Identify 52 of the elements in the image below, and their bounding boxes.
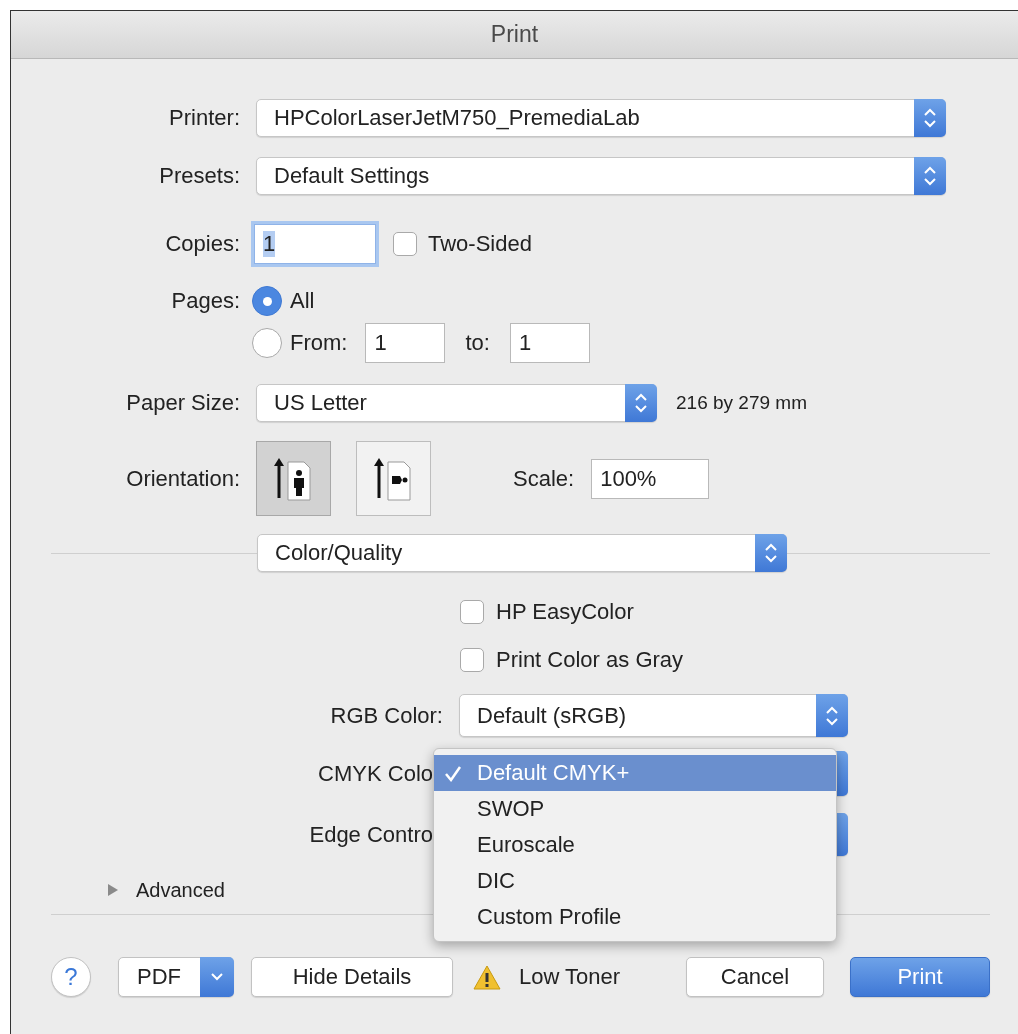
- checkbox-label: Print Color as Gray: [496, 646, 684, 673]
- printer-popup[interactable]: HPColorLaserJetM750_PremediaLab: [256, 99, 946, 137]
- radio-label: All: [290, 288, 315, 314]
- stepper-icon: [921, 165, 939, 187]
- radio-label: From:: [290, 330, 348, 356]
- field-label: Copies:: [164, 231, 241, 257]
- checkbox-label: HP EasyColor: [496, 599, 634, 625]
- pdf-menu-button[interactable]: PDF: [118, 957, 234, 997]
- radio-button[interactable]: [252, 286, 282, 316]
- cancel-button[interactable]: Cancel: [686, 957, 824, 997]
- portrait-orientation-button[interactable]: [256, 441, 331, 516]
- window-title: Print: [490, 21, 539, 48]
- paper-size-popup[interactable]: US Letter: [256, 384, 657, 422]
- stepper-icon: [921, 107, 939, 129]
- chevron-down-icon: [210, 972, 224, 982]
- two-sided-checkbox[interactable]: [393, 232, 417, 256]
- field-label: RGB Color:: [329, 702, 444, 729]
- field-label: Printer:: [168, 105, 241, 131]
- field-label: Edge Contro: [308, 821, 433, 848]
- checkmark-icon: [444, 765, 462, 782]
- menu-item[interactable]: Euroscale: [434, 827, 836, 863]
- to-page-field[interactable]: 1: [509, 323, 590, 363]
- scale-field[interactable]: 100%: [591, 458, 710, 499]
- field-label: to:: [465, 330, 490, 356]
- from-page-field[interactable]: 1: [365, 323, 446, 363]
- field-label: Orientation:: [125, 465, 241, 492]
- stepper-icon: [632, 392, 650, 414]
- field-label: Presets:: [158, 163, 241, 189]
- status-message: Low Toner: [519, 964, 621, 990]
- field-label: CMYK Colo: [317, 760, 433, 787]
- advanced-label[interactable]: Advanced: [136, 878, 225, 902]
- checkbox[interactable]: [460, 600, 484, 624]
- presets-popup[interactable]: Default Settings: [256, 157, 946, 195]
- menu-item[interactable]: SWOP: [434, 791, 836, 827]
- stepper-icon: [823, 704, 841, 727]
- checkbox-label: Two-Sided: [428, 231, 532, 257]
- paper-dimensions: 216 by 279 mm: [676, 392, 807, 414]
- field-label: Scale:: [513, 465, 575, 492]
- menu-item[interactable]: Custom Profile: [434, 899, 836, 935]
- field-label: Paper Size:: [125, 390, 241, 416]
- hide-details-button[interactable]: Hide Details: [251, 957, 453, 997]
- landscape-orientation-button[interactable]: [356, 441, 431, 516]
- checkbox[interactable]: [460, 647, 484, 672]
- help-button[interactable]: ?: [51, 957, 91, 997]
- copies-field[interactable]: 1: [254, 224, 376, 264]
- settings-section-popup[interactable]: Color/Quality: [257, 534, 787, 572]
- warning-icon: [473, 963, 501, 991]
- menu-item[interactable]: DIC: [434, 863, 836, 899]
- field-label: Pages:: [170, 288, 241, 314]
- radio-button[interactable]: [252, 328, 282, 358]
- popup-menu[interactable]: Default (sRGB): [459, 694, 848, 737]
- stepper-icon: [762, 542, 780, 564]
